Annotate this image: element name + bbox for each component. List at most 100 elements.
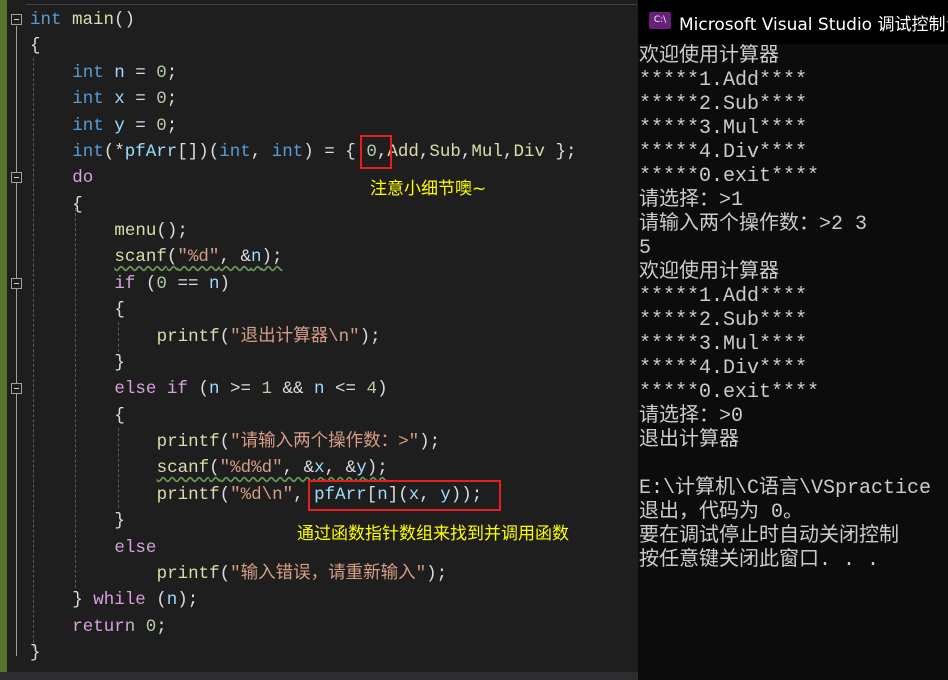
console-line: 退出，代码为 0。 — [639, 501, 804, 524]
code-token: int — [72, 62, 104, 83]
code-token: { — [114, 405, 125, 426]
code-token: } — [114, 511, 125, 532]
console-title-bar[interactable]: C:\ Microsoft Visual Studio 调试控制台 — [638, 0, 948, 44]
code-token: <= — [324, 379, 367, 400]
code-token: ( — [145, 590, 167, 611]
code-token: ); — [366, 458, 388, 479]
code-token: ( — [219, 563, 231, 584]
code-line: int y = 0; — [72, 113, 177, 139]
console-line: 欢迎使用计算器 — [639, 261, 779, 284]
code-token: ) — [219, 273, 230, 294]
code-token: ; — [166, 62, 178, 83]
console-line: *****0.exit**** — [639, 165, 820, 188]
code-token: = — [124, 115, 157, 136]
code-token: x — [314, 458, 325, 479]
code-line: return 0; — [72, 614, 167, 640]
code-token: else — [114, 537, 157, 558]
code-line: printf("退出计算器\n"); — [157, 324, 381, 350]
console-line: 请选择：>1 — [639, 189, 744, 212]
code-token: , — [502, 141, 514, 162]
console-title: Microsoft Visual Studio 调试控制台 — [679, 15, 948, 35]
console-line: 欢迎使用计算器 — [639, 45, 779, 68]
code-token: scanf — [114, 247, 167, 268]
code-line: int main() — [30, 7, 135, 33]
code-token: y — [114, 115, 125, 136]
code-token: , & — [219, 247, 251, 268]
code-line: { — [114, 297, 125, 323]
code-token: int — [219, 141, 251, 162]
code-token: } — [114, 352, 125, 373]
debug-console-window[interactable]: C:\ Microsoft Visual Studio 调试控制台 欢迎使用计算… — [638, 0, 948, 680]
code-token: int — [72, 141, 104, 162]
code-token: "输入错误，请重新输入" — [230, 563, 427, 584]
code-line: scanf("%d%d", &x, &y); — [157, 455, 388, 481]
code-token: { — [30, 36, 41, 57]
code-editor[interactable]: int main(){int n = 0; int x = 0; int y = 0… — [0, 0, 637, 672]
code-token: int — [271, 141, 304, 162]
code-line: { — [72, 192, 83, 218]
console-line: *****1.Add**** — [639, 69, 808, 92]
console-line: E:\计算机\C语言\VSpractice — [639, 477, 932, 500]
code-token: n — [114, 62, 125, 83]
collapse-main-icon[interactable] — [11, 14, 22, 25]
code-token: ; — [156, 616, 167, 637]
code-token: ) = { — [303, 141, 367, 162]
code-token: Mul — [471, 141, 503, 162]
code-line: int x = 0; — [72, 86, 177, 112]
code-token: return — [72, 616, 136, 637]
fold-line — [16, 26, 17, 656]
code-token: menu — [114, 221, 157, 241]
annotation-zero: 注意小细节噢~ — [370, 179, 487, 199]
code-token: n — [314, 379, 325, 400]
console-line: 按任意键关闭此窗口. . . — [639, 549, 880, 572]
code-token: n — [208, 273, 220, 294]
code-line: if (0 == n) — [114, 271, 230, 297]
code-token: ( — [209, 458, 220, 479]
code-token: if — [114, 273, 136, 294]
code-token: ); — [359, 326, 381, 347]
editor-top-border — [26, 0, 637, 5]
code-line: } — [114, 508, 125, 534]
code-token: Div — [513, 141, 545, 162]
code-token: , & — [324, 458, 357, 479]
code-token: ( — [219, 484, 231, 505]
console-line: 5 — [639, 237, 652, 260]
code-line: else — [114, 535, 156, 561]
indent-guide — [33, 58, 34, 648]
code-token: printf — [156, 326, 220, 347]
code-line: { — [114, 403, 125, 429]
code-line: int n = 0; — [72, 60, 177, 86]
collapse-do-icon[interactable] — [11, 172, 22, 183]
console-line: *****3.Mul**** — [639, 117, 808, 140]
code-token: (); — [156, 221, 188, 241]
code-token: 4 — [366, 379, 378, 400]
code-token: x — [114, 89, 125, 110]
console-line: *****4.Div**** — [639, 141, 808, 164]
collapse-if-icon[interactable] — [11, 278, 22, 289]
code-token: } — [30, 643, 41, 663]
console-line: *****0.exit**** — [639, 381, 820, 404]
code-token: n — [208, 379, 220, 400]
indent-guide — [75, 203, 76, 588]
code-token: 0 — [156, 62, 167, 83]
code-line: int(*pfArr[])(int, int) = { 0,Add,Sub,Mu… — [72, 139, 576, 165]
console-line: 请输入两个操作数：>2 3 — [639, 213, 868, 236]
indent-guide — [118, 428, 119, 508]
code-token: Sub — [429, 141, 461, 162]
code-token: int — [72, 115, 104, 136]
code-token: ); — [261, 247, 283, 268]
code-token: && — [272, 379, 315, 400]
code-token: main — [72, 10, 115, 30]
collapse-else-if-icon[interactable] — [11, 383, 22, 394]
console-line: *****2.Sub**** — [639, 93, 808, 116]
code-token: int — [72, 89, 104, 110]
code-token: 0 — [156, 115, 167, 136]
code-token: ); — [419, 432, 441, 452]
code-token: ); — [426, 563, 448, 584]
